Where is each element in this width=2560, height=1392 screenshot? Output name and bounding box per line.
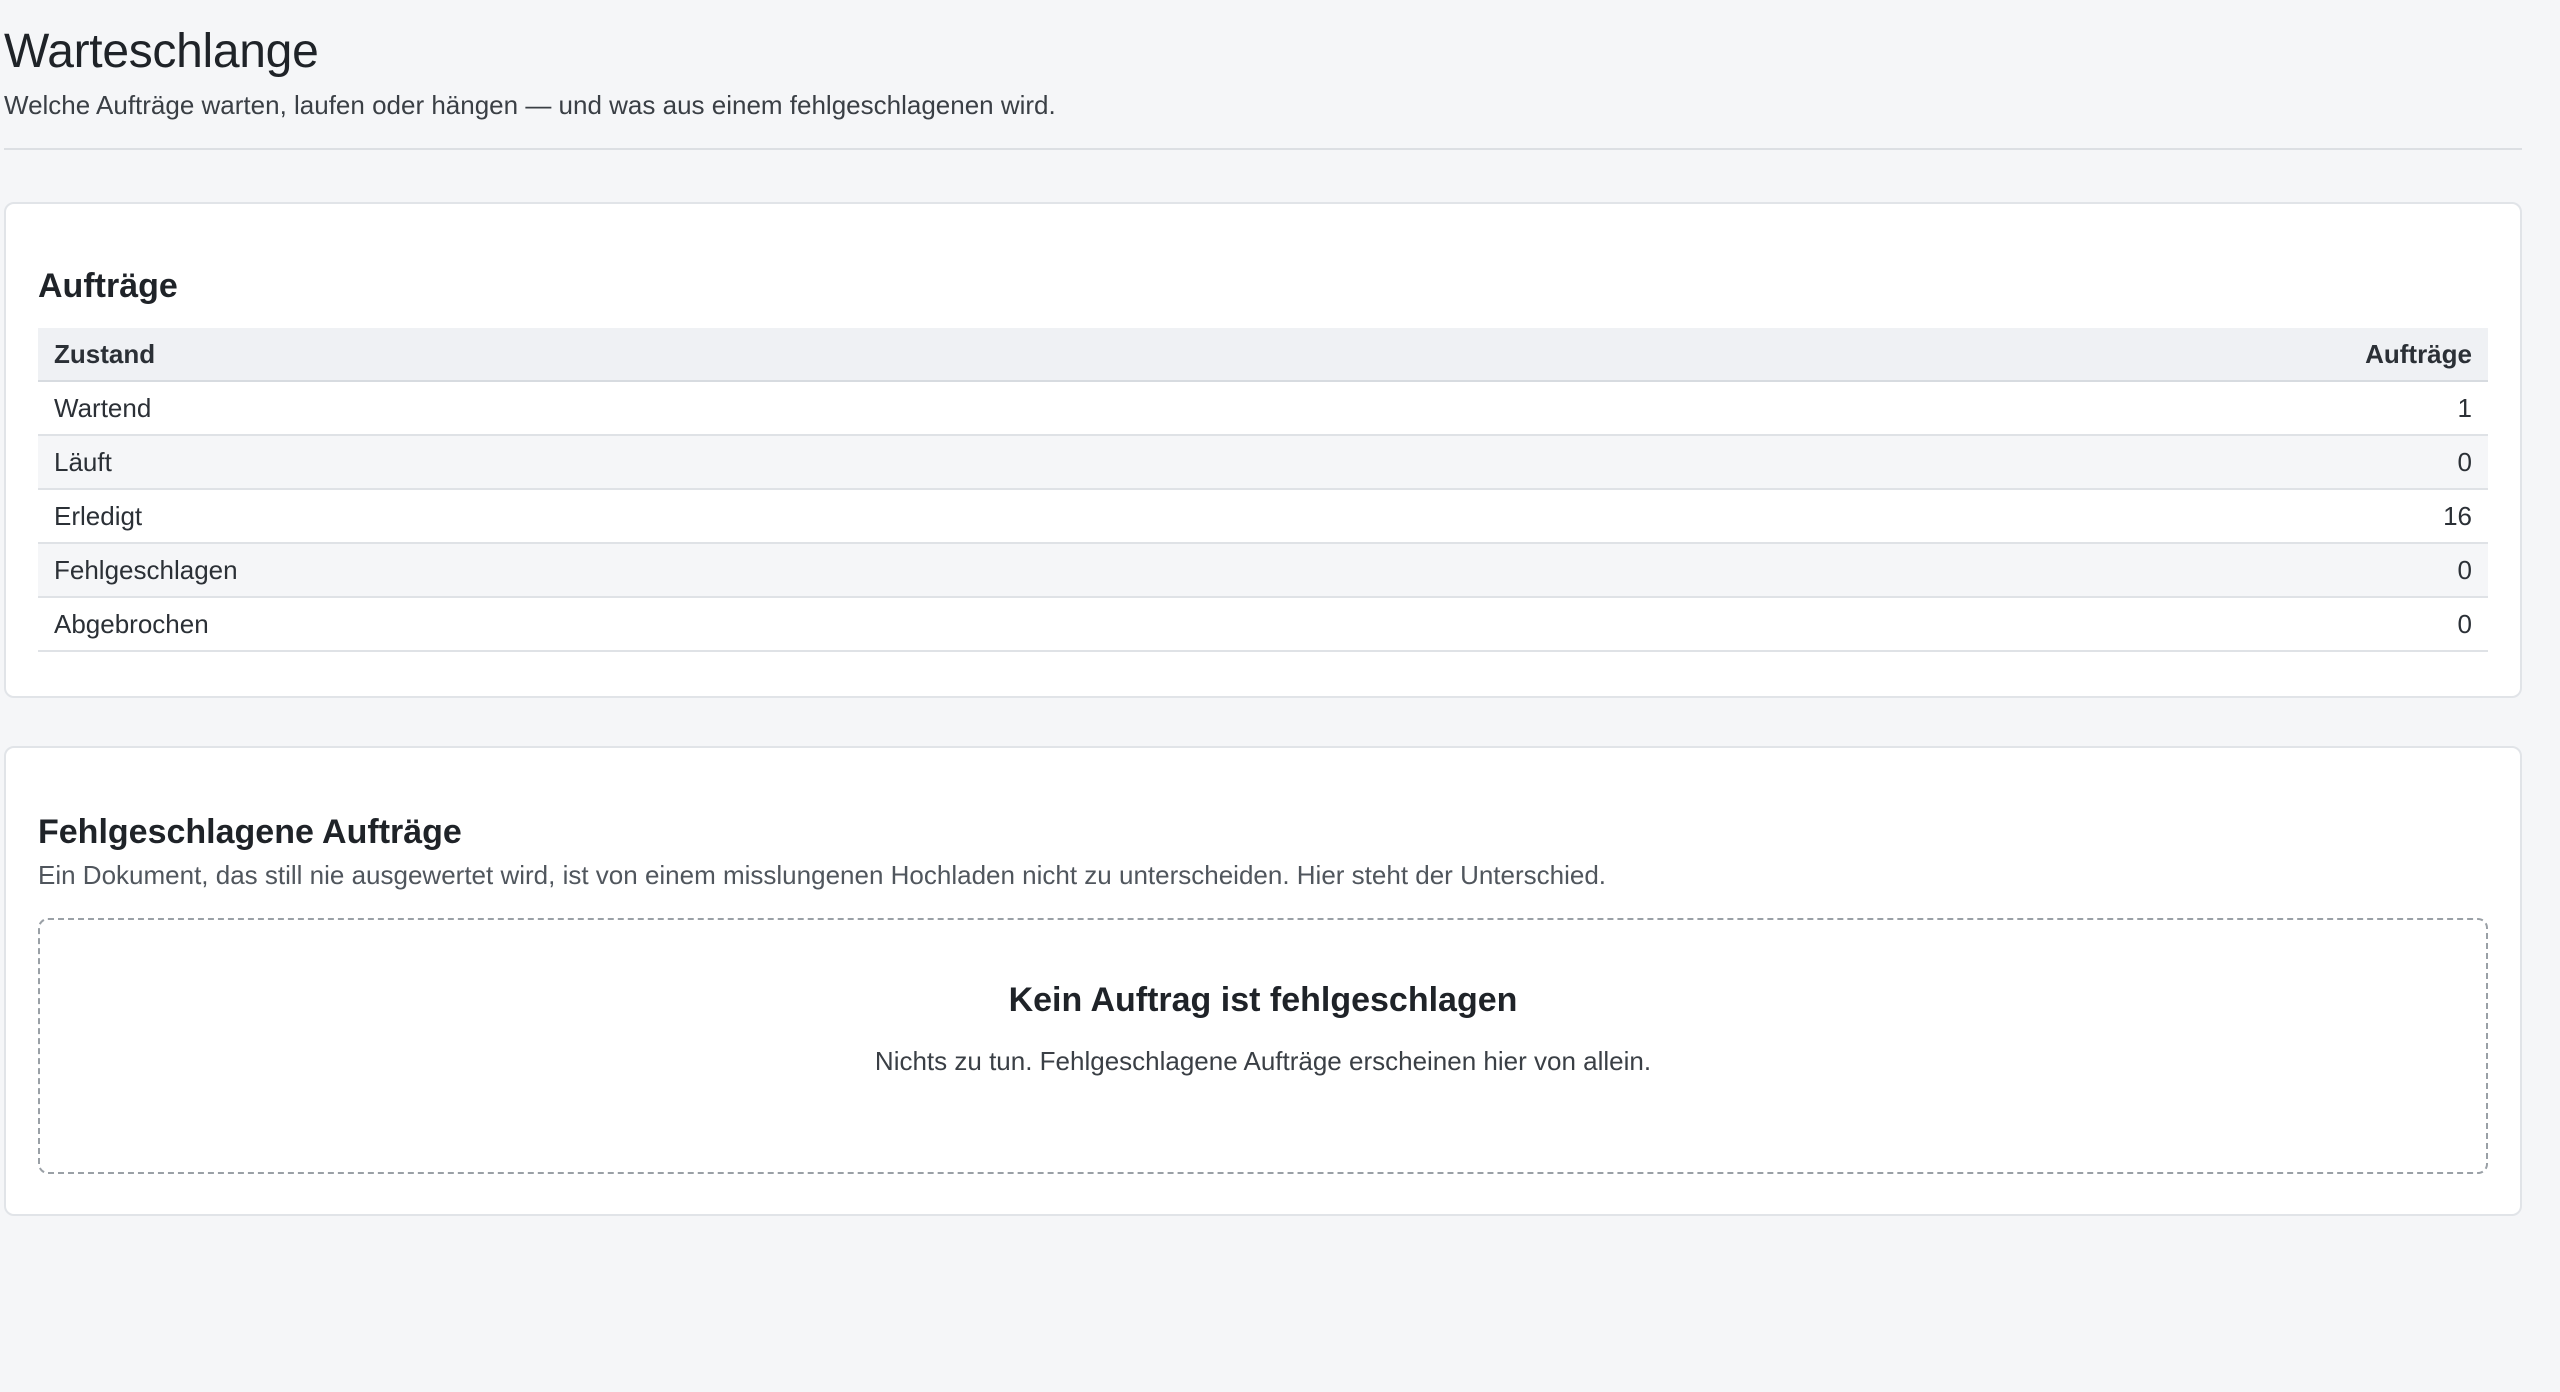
empty-state: Kein Auftrag ist fehlgeschlagen Nichts z… (38, 918, 2488, 1174)
column-header-state: Zustand (38, 328, 1528, 382)
queue-page: Warteschlange Welche Aufträge warten, la… (4, 0, 2522, 1216)
empty-state-text: Nichts zu tun. Fehlgeschlagene Aufträge … (874, 1046, 1652, 1076)
state-cell: Abgebrochen (38, 597, 1528, 652)
failed-jobs-description: Ein Dokument, das still nie ausgewertet … (38, 860, 1607, 890)
failed-jobs-card-title: Fehlgeschlagene Aufträge (38, 813, 462, 851)
table-row: Wartend 1 (38, 381, 2488, 436)
table-row: Erledigt 16 (38, 489, 2488, 544)
column-header-count: Aufträge (1527, 328, 2488, 382)
jobs-card: Aufträge Zustand Aufträge Wartend 1 Läuf… (4, 202, 2522, 698)
jobs-table-header-row: Zustand Aufträge (38, 328, 2488, 382)
table-row: Läuft 0 (38, 435, 2488, 490)
state-cell: Läuft (38, 435, 1528, 490)
count-cell: 0 (1527, 435, 2488, 490)
count-cell: 1 (1527, 381, 2488, 436)
jobs-table: Zustand Aufträge Wartend 1 Läuft 0 Erled… (38, 328, 2488, 652)
jobs-card-title: Aufträge (38, 267, 178, 305)
count-cell: 16 (1527, 489, 2488, 544)
table-row: Fehlgeschlagen 0 (38, 543, 2488, 598)
page-title: Warteschlange (4, 25, 319, 78)
empty-state-title: Kein Auftrag ist fehlgeschlagen (1008, 981, 1518, 1019)
state-cell: Erledigt (38, 489, 1528, 544)
state-cell: Fehlgeschlagen (38, 543, 1528, 598)
header-divider (4, 148, 2522, 150)
state-cell: Wartend (38, 381, 1528, 436)
count-cell: 0 (1527, 597, 2488, 652)
failed-jobs-card: Fehlgeschlagene Aufträge Ein Dokument, d… (4, 746, 2522, 1216)
page-subtitle: Welche Aufträge warten, laufen oder häng… (4, 90, 1056, 120)
table-row: Abgebrochen 0 (38, 597, 2488, 652)
count-cell: 0 (1527, 543, 2488, 598)
